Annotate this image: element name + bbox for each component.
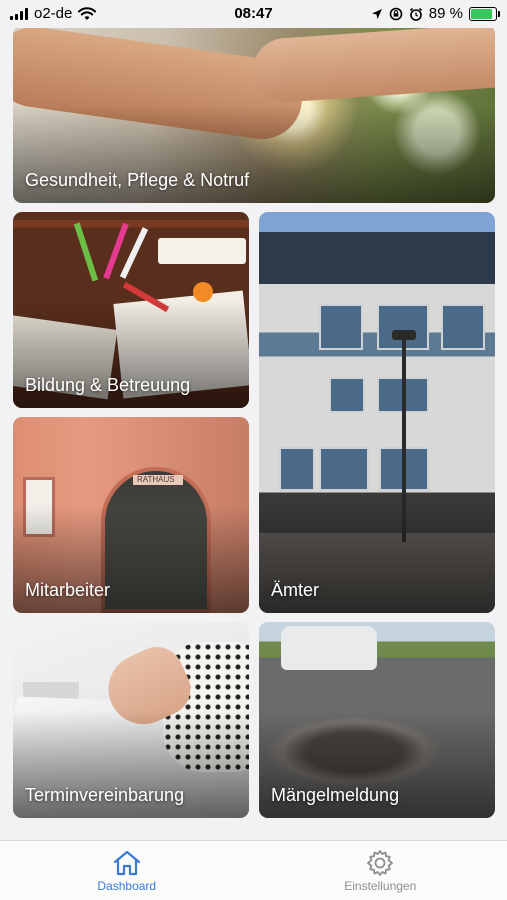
gear-icon (367, 849, 394, 876)
tile-health-label: Gesundheit, Pflege & Notruf (25, 170, 250, 190)
lock-rotation-icon (389, 7, 403, 20)
tab-bar: Dashboard Einstellungen (0, 840, 507, 900)
tab-dashboard-label: Dashboard (97, 878, 157, 893)
tile-offices[interactable]: Ämter (259, 212, 495, 613)
home-icon (113, 850, 140, 875)
battery-charging-icon (469, 6, 500, 21)
tile-education-label: Bildung & Betreuung (25, 375, 191, 395)
tile-staff-label: Mitarbeiter (25, 580, 111, 600)
tile-offices-label: Ämter (271, 580, 320, 600)
battery-percent: 89 % (428, 5, 463, 22)
town-hall-sign: RATHAUS (137, 475, 175, 484)
tile-defects-label: Mängelmeldung (271, 785, 400, 805)
tab-settings[interactable]: Einstellungen (254, 841, 507, 900)
tab-settings-label: Einstellungen (344, 878, 417, 893)
tile-education[interactable]: Bildung & Betreuung (13, 212, 249, 408)
tile-health[interactable]: Gesundheit, Pflege & Notruf (13, 25, 495, 203)
tile-staff[interactable]: RATHAUS Mitarbeiter (13, 417, 249, 613)
location-icon (371, 8, 382, 19)
tile-appointments[interactable]: Terminvereinbarung (13, 622, 249, 818)
battery-level (471, 8, 493, 19)
tile-appointments-label: Terminvereinbarung (25, 785, 185, 805)
tab-dashboard[interactable]: Dashboard (0, 841, 254, 900)
tile-defects[interactable]: Mängelmeldung (259, 622, 495, 818)
status-right: 89 % (371, 5, 500, 22)
alarm-icon (409, 7, 422, 21)
status-bar: o2-de 08:47 89 % (0, 0, 507, 28)
